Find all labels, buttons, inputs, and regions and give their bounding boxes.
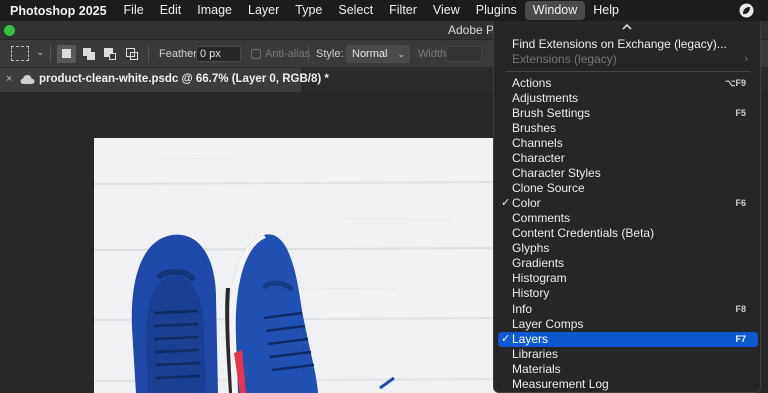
menu-item-label: Brushes bbox=[512, 121, 557, 135]
menu-item-comments[interactable]: Comments bbox=[498, 211, 758, 226]
menu-item-layer-comps[interactable]: Layer Comps bbox=[498, 317, 758, 332]
style-label: Style: bbox=[316, 48, 344, 60]
menu-item-actions[interactable]: Actions ⌥F9 bbox=[498, 76, 758, 91]
chevron-down-icon: ⌄ bbox=[397, 49, 405, 59]
anti-alias-checkbox[interactable] bbox=[251, 49, 261, 59]
menu-item-label: Materials bbox=[512, 362, 561, 376]
menu-item-brush-settings[interactable]: Brush Settings F5 bbox=[498, 106, 758, 121]
window-title: Adobe P bbox=[448, 23, 495, 37]
checkmark-icon: ✓ bbox=[501, 197, 511, 209]
menu-item-label: Glyphs bbox=[512, 241, 550, 255]
width-input[interactable] bbox=[446, 46, 482, 62]
menu-item-shortcut: F6 bbox=[735, 198, 746, 208]
menu-item-label: Gradients bbox=[512, 256, 565, 270]
style-select[interactable]: Normal ⌄ bbox=[346, 45, 410, 63]
menu-item-color[interactable]: ✓ Color F6 bbox=[498, 196, 758, 211]
menu-item-gradients[interactable]: Gradients bbox=[498, 256, 758, 271]
menu-item-info[interactable]: Info F8 bbox=[498, 302, 758, 317]
menu-view[interactable]: View bbox=[425, 0, 468, 21]
menu-plugins[interactable]: Plugins bbox=[468, 0, 525, 21]
feather-label: Feather: bbox=[159, 48, 200, 60]
menu-window[interactable]: Window bbox=[524, 1, 586, 20]
window-menu-dropdown: Find Extensions on Exchange (legacy)... … bbox=[493, 21, 761, 393]
document-canvas[interactable] bbox=[94, 138, 514, 393]
menu-layer[interactable]: Layer bbox=[240, 0, 287, 21]
menu-filter[interactable]: Filter bbox=[381, 0, 425, 21]
menu-item-label: Content Credentials (Beta) bbox=[512, 226, 655, 240]
menu-item-label: Find Extensions on Exchange (legacy)... bbox=[512, 37, 727, 51]
new-selection-icon[interactable] bbox=[57, 45, 76, 63]
menu-item-histogram[interactable]: Histogram bbox=[498, 271, 758, 286]
divider bbox=[308, 45, 309, 63]
menu-type[interactable]: Type bbox=[287, 0, 330, 21]
menu-select[interactable]: Select bbox=[330, 0, 381, 21]
scroll-up-chevron-icon[interactable] bbox=[620, 22, 634, 32]
divider bbox=[148, 45, 149, 63]
menu-item-label: Measurement Log bbox=[512, 377, 609, 391]
menu-item-label: History bbox=[512, 286, 550, 300]
window-zoom-button[interactable] bbox=[4, 25, 15, 36]
menu-item-label: Character Styles bbox=[512, 166, 601, 180]
tool-preset-chevron-icon[interactable]: ⌄ bbox=[36, 47, 44, 58]
menu-item-label: Color bbox=[512, 196, 541, 210]
menu-item-label: Adjustments bbox=[512, 91, 579, 105]
menu-item-measurement-log[interactable]: Measurement Log bbox=[498, 377, 758, 392]
menu-item-libraries[interactable]: Libraries bbox=[498, 347, 758, 362]
divider bbox=[50, 45, 51, 63]
close-tab-icon[interactable]: × bbox=[6, 73, 12, 85]
menu-item-label: Comments bbox=[512, 211, 571, 225]
document-tab[interactable]: × product-clean-white.psdc @ 66.7% (Laye… bbox=[0, 68, 329, 92]
menu-item-channels[interactable]: Channels bbox=[498, 136, 758, 151]
menu-item-label: Info bbox=[512, 302, 533, 316]
menu-item-find-extensions[interactable]: Find Extensions on Exchange (legacy)... bbox=[498, 37, 758, 52]
menu-item-label: Libraries bbox=[512, 347, 559, 361]
menu-item-label: Layers bbox=[512, 332, 549, 346]
menu-item-extensions-legacy: Extensions (legacy) › bbox=[498, 52, 758, 67]
menu-item-character-styles[interactable]: Character Styles bbox=[498, 166, 758, 181]
menu-item-history[interactable]: History bbox=[498, 286, 758, 301]
menu-item-clone-source[interactable]: Clone Source bbox=[498, 181, 758, 196]
cloud-document-icon bbox=[20, 75, 35, 84]
menu-help[interactable]: Help bbox=[585, 0, 627, 21]
menu-item-label: Channels bbox=[512, 136, 563, 150]
menu-item-layers[interactable]: ✓ Layers F7 bbox=[498, 332, 758, 347]
menu-item-materials[interactable]: Materials bbox=[498, 362, 758, 377]
width-label: Width: bbox=[418, 48, 450, 60]
menu-item-label: Histogram bbox=[512, 271, 567, 285]
menu-bar: Photoshop 2025 File Edit Image Layer Typ… bbox=[0, 0, 768, 21]
menu-item-label: Brush Settings bbox=[512, 106, 591, 120]
menu-file[interactable]: File bbox=[116, 0, 152, 21]
checkmark-icon: ✓ bbox=[501, 333, 511, 345]
submenu-arrow-icon: › bbox=[744, 53, 748, 65]
menu-item-shortcut: ⌥F9 bbox=[725, 78, 746, 88]
menu-item-brushes[interactable]: Brushes bbox=[498, 121, 758, 136]
menu-item-label: Extensions (legacy) bbox=[512, 52, 617, 66]
menu-item-label: Clone Source bbox=[512, 181, 585, 195]
product-photo bbox=[94, 138, 514, 393]
anti-alias-label: Anti-alias bbox=[265, 48, 311, 60]
menu-edit[interactable]: Edit bbox=[152, 0, 190, 21]
menu-item-adjustments[interactable]: Adjustments bbox=[498, 91, 758, 106]
leaf-status-icon[interactable] bbox=[739, 3, 754, 18]
menu-image[interactable]: Image bbox=[189, 0, 240, 21]
menu-item-label: Actions bbox=[512, 76, 552, 90]
menu-item-shortcut: F8 bbox=[735, 304, 746, 314]
feather-input[interactable]: 0 px bbox=[196, 46, 241, 62]
menu-item-label: Layer Comps bbox=[512, 317, 584, 331]
app-menu-photoshop[interactable]: Photoshop 2025 bbox=[0, 4, 116, 18]
menu-item-glyphs[interactable]: Glyphs bbox=[498, 241, 758, 256]
menu-item-character[interactable]: Character bbox=[498, 151, 758, 166]
subtract-from-selection-icon[interactable] bbox=[101, 45, 120, 63]
document-tab-title: product-clean-white.psdc @ 66.7% (Layer … bbox=[39, 73, 329, 85]
menu-item-shortcut: F5 bbox=[735, 108, 746, 118]
menu-item-shortcut: F7 bbox=[735, 334, 746, 344]
menu-divider bbox=[506, 71, 750, 72]
menu-item-content-credentials[interactable]: Content Credentials (Beta) bbox=[498, 226, 758, 241]
style-select-value: Normal bbox=[352, 48, 388, 60]
menu-item-label: Character bbox=[512, 151, 565, 165]
add-to-selection-icon[interactable] bbox=[80, 45, 99, 63]
intersect-selection-icon[interactable] bbox=[123, 45, 142, 63]
marquee-tool-icon[interactable] bbox=[11, 46, 29, 61]
